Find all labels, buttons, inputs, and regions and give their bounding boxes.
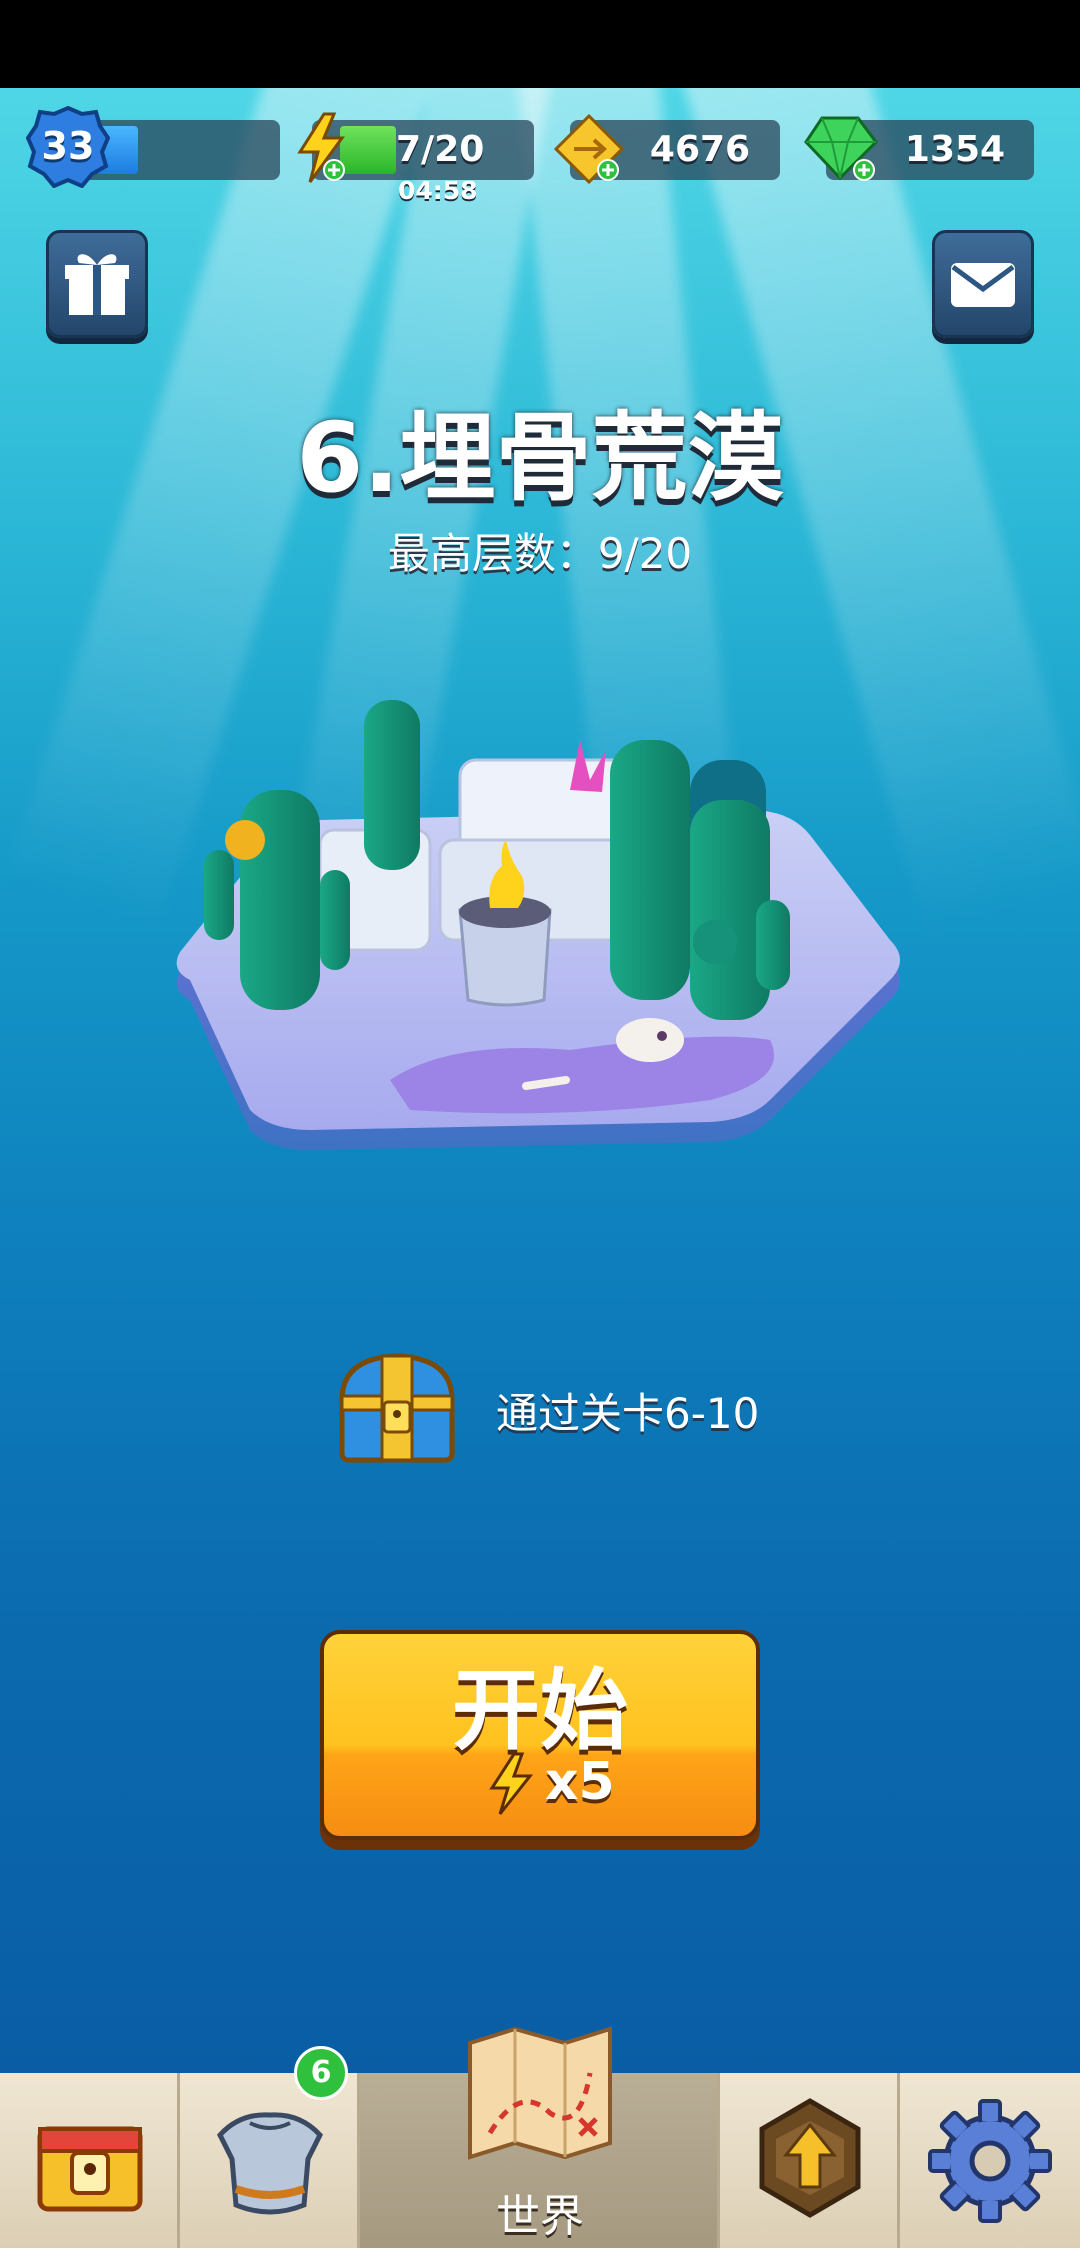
reward-condition-text: 通过关卡6-10	[496, 1389, 760, 1438]
gold-value: 4676	[649, 129, 751, 170]
lightning-bolt-icon	[297, 112, 345, 183]
energy-bar-fill	[340, 126, 396, 174]
gift-button[interactable]	[46, 230, 148, 338]
start-button-label: 开始	[451, 1659, 628, 1762]
upgrade-arrow-icon	[759, 2098, 861, 2218]
player-level: 33	[41, 124, 95, 168]
energy-timer: 04:58	[398, 176, 478, 205]
armor-icon	[216, 2112, 324, 2215]
desert-island-illustration[interactable]	[150, 680, 910, 1280]
mail-button[interactable]	[932, 230, 1034, 338]
gem-value: 1354	[904, 129, 1006, 170]
mail-icon	[951, 263, 1015, 307]
status-bar	[0, 0, 1080, 88]
locked-chest-icon	[37, 2126, 143, 2212]
green-gem-icon	[804, 116, 878, 181]
best-floor-text: 最高层数：9/20	[387, 529, 693, 578]
lightning-bolt-icon	[489, 1752, 534, 1815]
gear-icon	[928, 2099, 1052, 2223]
stage-title: 6.埋骨荒漠	[296, 402, 784, 514]
nav-item-upgrade[interactable]	[720, 2073, 900, 2248]
nav-item-settings[interactable]	[900, 2073, 1080, 2248]
energy-value: 7/20	[396, 129, 485, 170]
nav-item-shop[interactable]	[0, 2073, 180, 2248]
gold-coin-icon	[553, 113, 625, 185]
gift-icon	[65, 254, 129, 315]
treasure-map-icon	[468, 2026, 612, 2160]
nav-item-world-label: 世界	[496, 2191, 584, 2242]
treasure-chest-icon	[339, 1353, 455, 1463]
equipment-badge: 6	[294, 2046, 348, 2100]
nav-item-equipment[interactable]	[180, 2073, 360, 2248]
start-energy-cost: x5	[545, 1752, 615, 1812]
